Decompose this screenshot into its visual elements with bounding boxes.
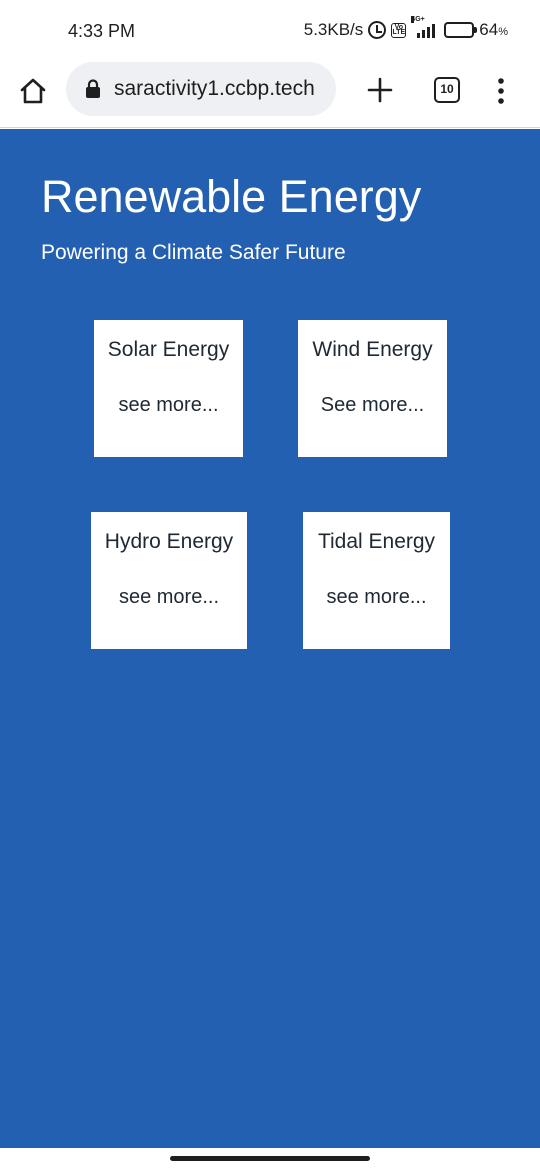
see-more-link[interactable]: see more...: [91, 586, 247, 609]
plus-icon[interactable]: [366, 76, 394, 104]
navigation-bar: [0, 1148, 540, 1170]
card-wind-energy: Wind Energy See more...: [298, 320, 447, 457]
more-menu-icon[interactable]: [490, 77, 512, 105]
page-subtitle: Powering a Climate Safer Future: [41, 241, 346, 264]
card-title: Solar Energy: [107, 338, 230, 361]
network-speed: 5.3KB/s: [303, 20, 364, 39]
volte-icon: Vo LTE: [391, 22, 407, 38]
see-more-link[interactable]: See more...: [298, 394, 447, 417]
card-tidal-energy: Tidal Energy see more...: [303, 512, 450, 649]
card-hydro-energy: Hydro Energy see more...: [91, 512, 247, 649]
browser-toolbar: saractivity1.ccbp.tech 10: [0, 60, 540, 128]
home-indicator[interactable]: [170, 1156, 370, 1161]
battery-icon: [444, 22, 478, 38]
card-title: Wind Energy: [312, 338, 433, 361]
card-title: Hydro Energy: [104, 530, 234, 553]
url-bar[interactable]: saractivity1.ccbp.tech: [66, 62, 336, 116]
page-title: Renewable Energy: [41, 171, 422, 222]
card-title: Tidal Energy: [317, 530, 436, 553]
card-solar-energy: Solar Energy see more...: [94, 320, 243, 457]
see-more-link[interactable]: see more...: [303, 586, 450, 609]
alarm-icon: [368, 21, 387, 39]
tabs-icon[interactable]: 10: [434, 77, 460, 103]
status-bar: 4:33 PM 5.3KB/s Vo LTE 4G+ 64%: [0, 0, 540, 60]
see-more-link[interactable]: see more...: [94, 394, 243, 417]
home-icon[interactable]: [18, 76, 48, 106]
url-text: saractivity1.ccbp.tech: [114, 77, 315, 100]
network-type: 4G+: [411, 16, 425, 23]
battery-percent: 64%: [479, 20, 508, 39]
status-indicators: 5.3KB/s Vo LTE 4G+ 64%: [303, 16, 508, 40]
status-time: 4:33 PM: [68, 21, 136, 41]
page-content: Renewable Energy Powering a Climate Safe…: [0, 129, 540, 1148]
lock-icon: [86, 79, 100, 98]
signal-icon: 4G+: [411, 16, 436, 38]
